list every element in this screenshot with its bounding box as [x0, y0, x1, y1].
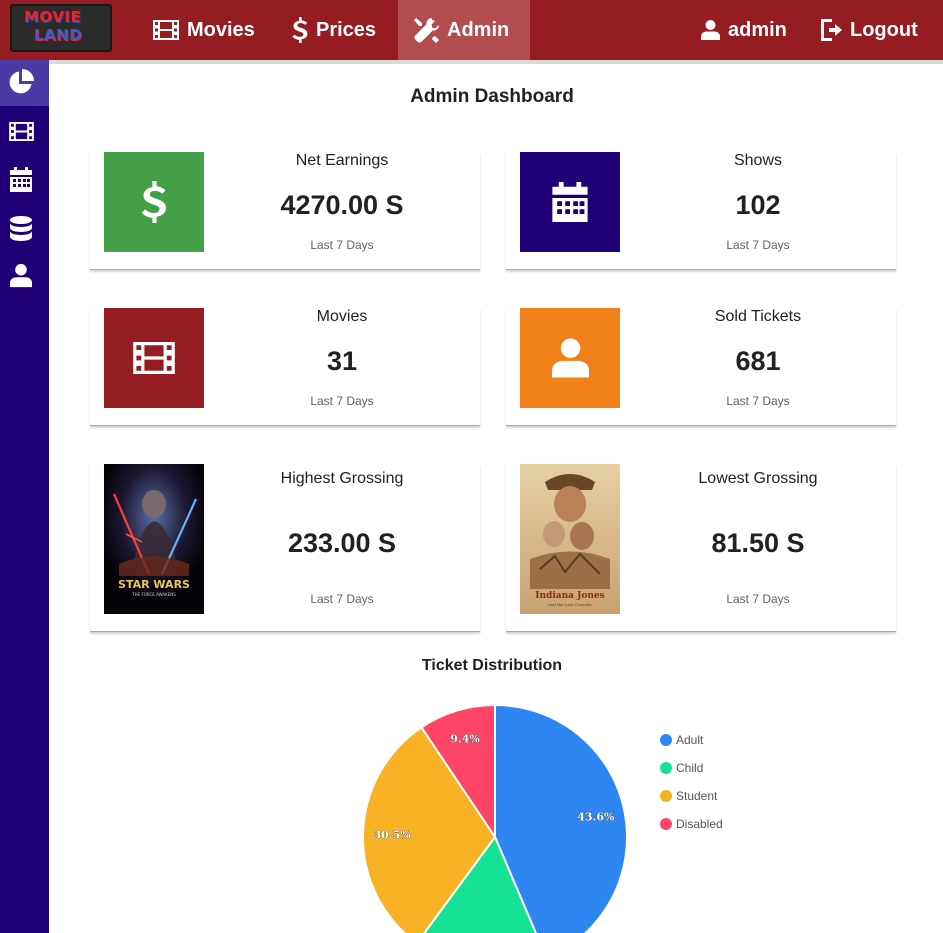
net-earnings-value: 4270.00 S	[280, 190, 404, 220]
calendar-icon	[10, 166, 32, 192]
poster-star-wars[interactable]: STAR WARS THE FORCE AWAKENS	[104, 464, 204, 614]
shows-period: Last 7 Days	[726, 238, 790, 252]
nav-prices-label: Prices	[316, 18, 377, 41]
nav-movies-label: Movies	[187, 18, 255, 41]
legend-item-student[interactable]: Student	[660, 782, 723, 810]
card-movies: Movies 31 Last 7 Days	[90, 308, 480, 426]
movies-tile	[104, 308, 204, 408]
page-title: Admin Dashboard	[410, 86, 574, 107]
highest-grossing-value: 233.00 S	[287, 528, 397, 558]
poster-indiana-jones[interactable]: Indiana Jones and the Last Crusade	[520, 464, 620, 614]
sidebar-item-users[interactable]	[8, 262, 34, 288]
pie-label-disabled: 9.4%	[450, 732, 480, 745]
calendar-icon	[552, 182, 588, 222]
indiana-jones-poster-subtitle: and the Last Crusade	[548, 602, 592, 607]
nav-admin[interactable]: Admin	[414, 0, 509, 60]
sidebar-item-dashboard[interactable]	[8, 69, 34, 95]
nav-prices[interactable]: Prices	[292, 0, 376, 60]
card-sold-tickets: Sold Tickets 681 Last 7 Days	[506, 308, 896, 426]
legend-label-disabled: Disabled	[676, 817, 723, 831]
nav-user-label: admin	[728, 18, 787, 41]
film-icon	[133, 342, 175, 374]
pie-label-student: 30.5%	[373, 829, 411, 842]
dollar-icon	[141, 181, 166, 223]
legend-label-child: Child	[676, 761, 704, 775]
lowest-grossing-label: Lowest Grossing	[698, 470, 818, 487]
card-shows: Shows 102 Last 7 Days	[506, 152, 896, 270]
chart-title: Ticket Distribution	[421, 657, 563, 674]
logo-text-bottom: LAND	[34, 26, 83, 44]
legend-label-student: Student	[676, 789, 718, 803]
pie-chart-icon	[9, 69, 34, 94]
user-icon	[551, 338, 589, 378]
indiana-jones-poster-title: Indiana Jones	[535, 591, 604, 601]
lowest-grossing-period: Last 7 Days	[726, 592, 790, 606]
nav-logout-label: Logout	[850, 18, 918, 41]
legend-swatch-disabled	[660, 818, 672, 830]
star-wars-poster-subtitle: THE FORCE AWAKENS	[131, 592, 176, 597]
sidebar-item-movies[interactable]	[8, 118, 34, 144]
film-icon	[153, 20, 179, 40]
dollar-icon	[292, 17, 308, 43]
star-wars-poster-art: STAR WARS THE FORCE AWAKENS	[104, 464, 204, 614]
net-earnings-tile	[104, 152, 204, 252]
star-wars-poster-title: STAR WARS	[118, 578, 190, 591]
movies-period: Last 7 Days	[310, 394, 374, 408]
sidebar-item-database[interactable]	[8, 215, 34, 241]
app-logo[interactable]: MOVIE LAND	[10, 4, 112, 52]
card-highest-grossing: STAR WARS THE FORCE AWAKENS Highest Gros…	[90, 464, 480, 632]
film-icon	[8, 121, 34, 141]
net-earnings-label: Net Earnings	[295, 152, 389, 169]
logout-icon	[821, 19, 842, 41]
legend-swatch-adult	[660, 734, 672, 746]
legend-label-adult: Adult	[676, 733, 704, 747]
indiana-jones-poster-art: Indiana Jones and the Last Crusade	[520, 464, 620, 614]
navbar-shadow	[0, 60, 943, 64]
shows-value: 102	[735, 190, 781, 220]
legend-item-child[interactable]: Child	[660, 754, 723, 782]
highest-grossing-period: Last 7 Days	[310, 592, 374, 606]
chart-legend: Adult Child Student Disabled	[660, 726, 723, 838]
tools-icon	[414, 17, 439, 43]
movies-value: 31	[326, 346, 358, 376]
legend-item-disabled[interactable]: Disabled	[660, 810, 723, 838]
sold-tickets-value: 681	[735, 346, 781, 376]
lowest-grossing-value: 81.50 S	[711, 528, 805, 558]
sidebar-item-shows[interactable]	[8, 166, 34, 192]
nav-movies[interactable]: Movies	[153, 0, 255, 60]
ticket-distribution-pie-chart: 43.6% 30.5% 9.4%	[362, 703, 628, 933]
nav-admin-label: Admin	[447, 18, 510, 41]
legend-swatch-child	[660, 762, 672, 774]
shows-label: Shows	[733, 152, 783, 169]
sold-tickets-tile	[520, 308, 620, 408]
movies-label: Movies	[316, 308, 368, 325]
legend-item-adult[interactable]: Adult	[660, 726, 723, 754]
user-icon	[10, 263, 32, 287]
card-net-earnings: Net Earnings 4270.00 S Last 7 Days	[90, 152, 480, 270]
user-icon	[701, 20, 720, 40]
sold-tickets-period: Last 7 Days	[726, 394, 790, 408]
legend-swatch-student	[660, 790, 672, 802]
sold-tickets-label: Sold Tickets	[714, 308, 802, 325]
nav-user[interactable]: admin	[701, 0, 787, 60]
net-earnings-period: Last 7 Days	[310, 238, 374, 252]
database-icon	[10, 215, 32, 241]
shows-tile	[520, 152, 620, 252]
logo-text-top: MOVIE	[24, 8, 82, 26]
nav-logout[interactable]: Logout	[821, 0, 918, 60]
pie-label-adult: 43.6%	[577, 810, 615, 823]
card-lowest-grossing: Indiana Jones and the Last Crusade Lowes…	[506, 464, 896, 632]
highest-grossing-label: Highest Grossing	[280, 470, 404, 487]
